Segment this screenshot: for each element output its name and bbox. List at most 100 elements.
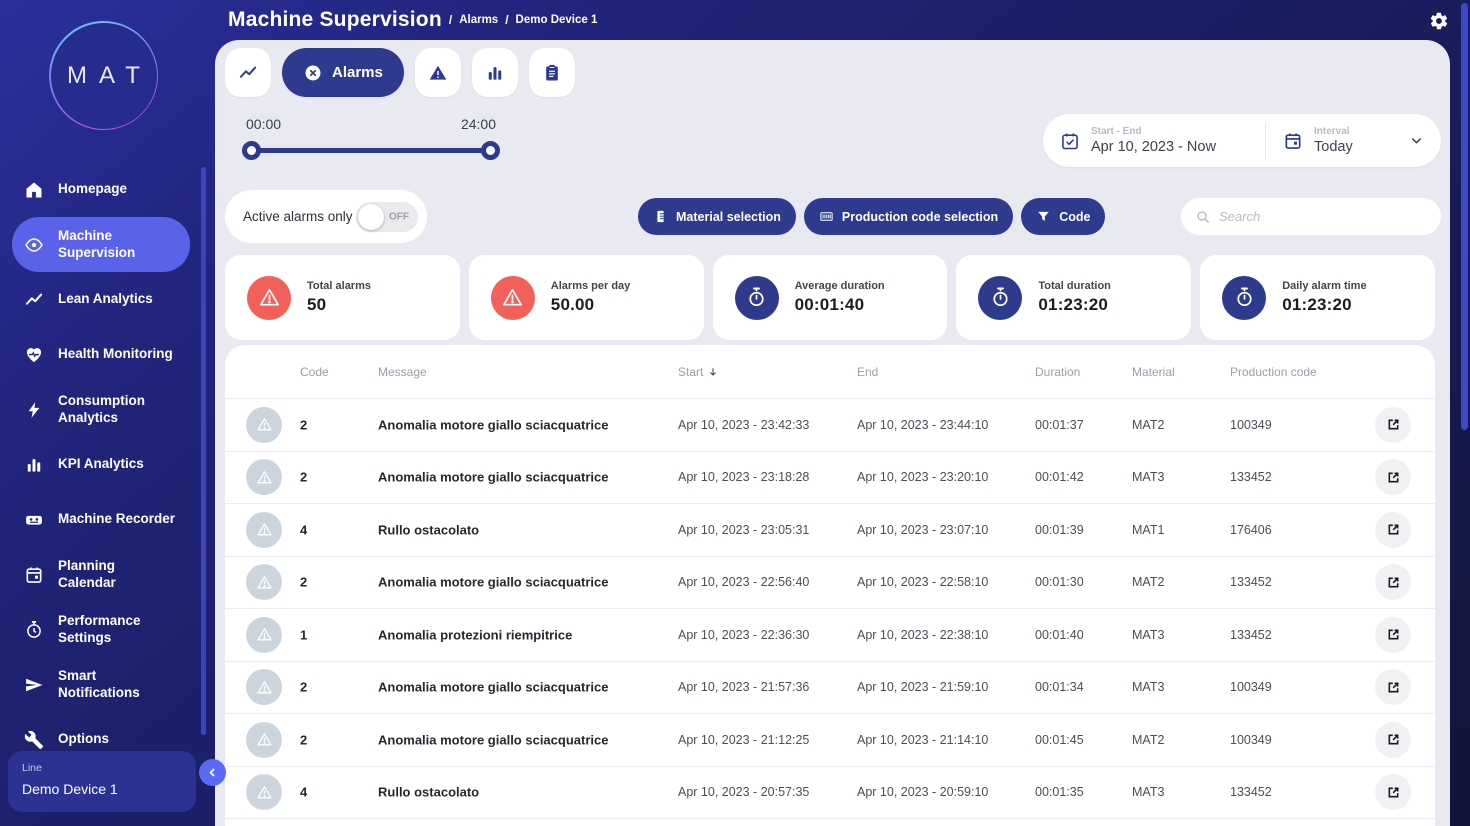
sidebar-item-machine-supervision[interactable]: Machine Supervision xyxy=(12,217,190,272)
sidebar-item-kpi-analytics[interactable]: KPI Analytics xyxy=(12,437,190,492)
device-name: Demo Device 1 xyxy=(22,781,118,797)
open-alarm-detail-button[interactable] xyxy=(1375,616,1411,653)
open-in-new-icon xyxy=(1385,626,1402,643)
open-alarm-detail-button[interactable] xyxy=(1375,669,1411,706)
sidebar-item-label: Performance Settings xyxy=(58,613,141,645)
button-label: Production code selection xyxy=(841,209,999,224)
stat-card-total-alarms: Total alarms 50 xyxy=(225,255,460,340)
open-alarm-detail-button[interactable] xyxy=(1375,406,1411,443)
sidebar-item-homepage[interactable]: Homepage xyxy=(12,162,190,217)
warning-triangle-icon xyxy=(256,626,273,643)
tab-label: Alarms xyxy=(332,64,383,81)
column-header-end[interactable]: End xyxy=(857,365,878,379)
cell-end: Apr 10, 2023 - 22:38:10 xyxy=(857,627,989,642)
column-header-label: End xyxy=(857,364,879,379)
stat-label: Daily alarm time xyxy=(1282,280,1367,292)
column-header-duration[interactable]: Duration xyxy=(1035,365,1080,379)
sidebar-scrollbar[interactable] xyxy=(201,167,206,735)
cell-material: MAT3 xyxy=(1132,680,1165,695)
timer-icon xyxy=(1233,286,1256,309)
warning-triangle-icon xyxy=(256,784,273,801)
warning-filled-icon xyxy=(428,63,448,83)
search-box[interactable] xyxy=(1181,198,1441,235)
open-alarm-detail-button[interactable] xyxy=(1375,564,1411,601)
sidebar-item-planning-calendar[interactable]: Planning Calendar xyxy=(12,547,190,602)
timer-badge xyxy=(978,275,1023,320)
sidebar-item-consumption-analytics[interactable]: Consumption Analytics xyxy=(12,382,190,437)
tab-warnings[interactable] xyxy=(414,48,461,97)
sidebar: MAT Homepage Machine Supervision Lean Anal… xyxy=(0,0,226,826)
stat-card-average-duration: Average duration 00:01:40 xyxy=(712,255,948,340)
column-header-production-code[interactable]: Production code xyxy=(1230,365,1317,379)
column-header-material[interactable]: Material xyxy=(1132,365,1175,379)
sidebar-item-label: Consumption Analytics xyxy=(58,393,145,425)
warning-triangle-icon xyxy=(256,679,273,696)
calendar-icon xyxy=(24,565,44,585)
cell-end: Apr 10, 2023 - 20:59:10 xyxy=(857,785,989,800)
sidebar-item-lean-analytics[interactable]: Lean Analytics xyxy=(12,272,190,327)
calendar-check-icon xyxy=(1060,131,1080,151)
active-alarms-toggle[interactable]: OFF xyxy=(356,201,418,232)
cell-message: Anomalia protezioni riempitrice xyxy=(378,627,573,643)
column-header-message[interactable]: Message xyxy=(378,365,427,379)
material-selection-button[interactable]: Material selection xyxy=(638,198,796,235)
slider-handle-start[interactable] xyxy=(242,141,261,160)
interval-select[interactable]: Interval Today xyxy=(1266,114,1441,167)
slider-handle-end[interactable] xyxy=(481,141,500,160)
open-alarm-detail-button[interactable] xyxy=(1375,721,1411,758)
stat-label: Average duration xyxy=(794,280,885,292)
cell-material: MAT1 xyxy=(1132,522,1165,537)
tab-trends[interactable] xyxy=(225,48,271,97)
column-header-label: Message xyxy=(378,364,427,379)
sidebar-item-label: Planning Calendar xyxy=(58,558,116,590)
code-button[interactable]: Code xyxy=(1021,198,1106,235)
tab-alarms[interactable]: Alarms xyxy=(282,48,404,97)
sidebar-item-label: Lean Analytics xyxy=(58,291,153,307)
stat-text: Total alarms 50 xyxy=(307,280,371,315)
calendar-icon xyxy=(1283,131,1303,151)
settings-gear-button[interactable] xyxy=(1429,11,1449,31)
open-alarm-detail-button[interactable] xyxy=(1375,774,1411,811)
breadcrumb-alarms[interactable]: Alarms xyxy=(459,14,498,26)
device-line-label: Line xyxy=(22,762,42,774)
sidebar-item-health-monitoring[interactable]: Health Monitoring xyxy=(12,327,190,382)
tab-report[interactable] xyxy=(528,48,575,97)
production-code-selection-button[interactable]: Production code selection xyxy=(803,198,1014,235)
warning-triangle-icon xyxy=(256,731,273,748)
cell-end: Apr 10, 2023 - 23:20:10 xyxy=(857,470,989,485)
cell-code: 4 xyxy=(300,784,308,800)
sidebar-item-label: Smart Notifications xyxy=(58,668,140,700)
breadcrumb-device[interactable]: Demo Device 1 xyxy=(516,14,598,26)
column-header-code[interactable]: Code xyxy=(300,365,329,379)
table-row: 4 Rullo ostacolato Apr 10, 2023 - 20:57:35… xyxy=(225,765,1435,819)
alarms-table: Code Message Start End Duration Material Produ… xyxy=(225,345,1435,826)
toggle-state-label: OFF xyxy=(389,211,409,222)
sidebar-item-performance-settings[interactable]: Performance Settings xyxy=(12,602,190,657)
table-row: 2 Anomalia motore giallo sciacquatrice Apr… xyxy=(225,398,1435,451)
slider-track[interactable] xyxy=(242,141,500,160)
cell-end: Apr 10, 2023 - 23:44:10 xyxy=(857,417,989,432)
cell-code: 2 xyxy=(300,732,308,748)
date-range-picker[interactable]: Start - End Apr 10, 2023 - Now xyxy=(1043,114,1265,167)
open-alarm-detail-button[interactable] xyxy=(1375,459,1411,496)
column-header-start[interactable]: Start xyxy=(678,365,719,379)
stat-label: Total alarms xyxy=(307,280,371,292)
table-row: 2 Anomalia motore giallo sciacquatrice Apr… xyxy=(225,660,1435,714)
open-alarm-detail-button[interactable] xyxy=(1375,511,1411,548)
sidebar-item-machine-recorder[interactable]: Machine Recorder xyxy=(12,492,190,547)
main-panel: Alarms 00:00 24:00 Start - End Apr 10, 2… xyxy=(215,40,1450,826)
sort-descending-icon xyxy=(707,366,719,378)
device-panel[interactable]: Line Demo Device 1 xyxy=(8,751,196,812)
logo-circle: MAT xyxy=(50,22,157,129)
tab-bar: Alarms xyxy=(225,48,575,97)
app-root: MAT Homepage Machine Supervision Lean Anal… xyxy=(0,0,1470,826)
sidebar-item-smart-notifications[interactable]: Smart Notifications xyxy=(12,657,190,712)
cell-production-code: 100349 xyxy=(1230,680,1272,695)
column-header-label: Start xyxy=(678,364,704,379)
search-input[interactable] xyxy=(1219,209,1427,224)
sidebar-collapse-button[interactable] xyxy=(199,759,226,786)
stat-value: 00:01:40 xyxy=(794,295,865,314)
tab-statistics[interactable] xyxy=(471,48,518,97)
cell-material: MAT2 xyxy=(1132,732,1165,747)
page-scrollbar[interactable] xyxy=(1461,3,1468,430)
